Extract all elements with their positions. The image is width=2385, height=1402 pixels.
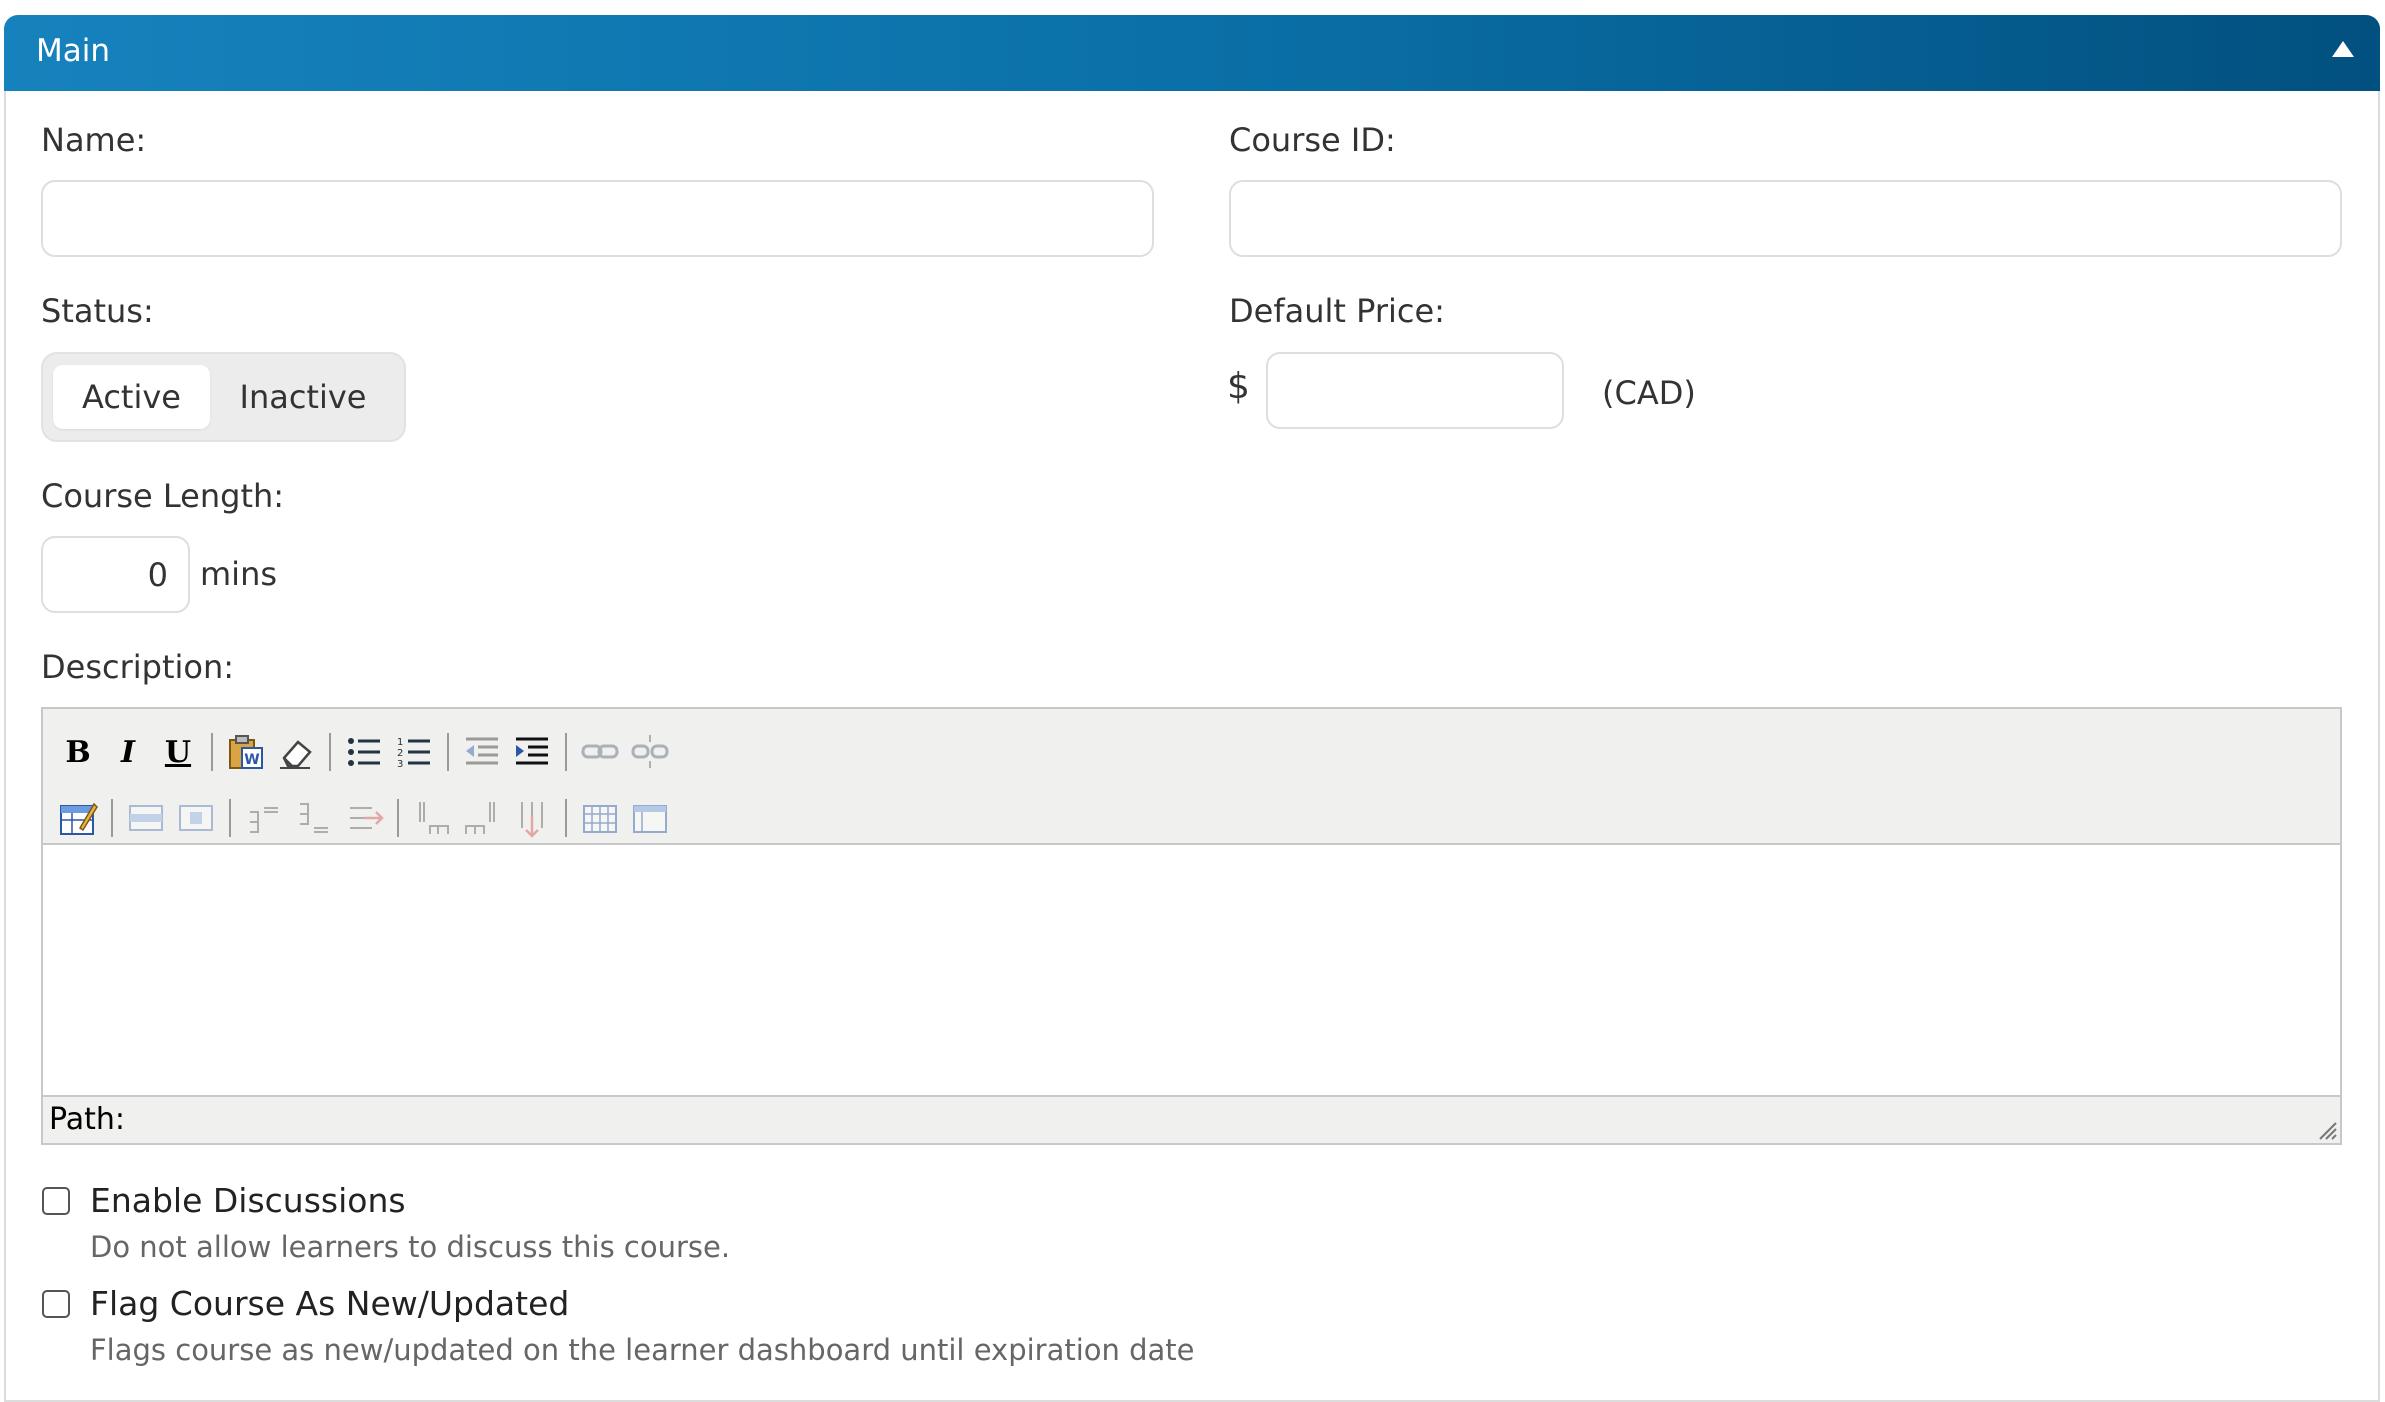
editor-toolbar: B I U W 1 2 3 — [43, 709, 2340, 845]
default-price-input[interactable] — [1266, 352, 1564, 429]
description-editor: B I U W 1 2 3 Path: — [41, 707, 2342, 1145]
split-cells-icon — [583, 805, 617, 833]
default-price-label: Default Price: — [1229, 292, 1445, 330]
cell-properties-icon — [179, 805, 213, 831]
toolbar-separator — [447, 733, 449, 771]
bullet-list-button[interactable] — [341, 729, 387, 775]
bold-button[interactable]: B — [55, 729, 101, 775]
insert-row-after-icon — [300, 803, 328, 833]
unlink-icon — [631, 735, 669, 768]
toolbar-separator — [211, 733, 213, 771]
paste-word-button[interactable]: W — [223, 729, 269, 775]
insert-column-after-icon — [465, 802, 495, 834]
flag-new-label[interactable]: Flag Course As New/Updated — [90, 1284, 569, 1323]
row-properties-button[interactable] — [123, 795, 169, 841]
link-icon — [581, 744, 619, 759]
unlink-button[interactable] — [627, 729, 673, 775]
name-input[interactable] — [41, 180, 1154, 257]
insert-column-before-icon — [419, 802, 449, 834]
toolbar-row-2 — [55, 794, 673, 842]
toolbar-separator — [565, 733, 567, 771]
enable-discussions-label[interactable]: Enable Discussions — [90, 1181, 406, 1220]
row-properties-icon — [129, 805, 163, 831]
panel-header[interactable]: Main — [4, 15, 2380, 91]
indent-button[interactable] — [509, 729, 555, 775]
course-id-label: Course ID: — [1229, 121, 1396, 159]
svg-text:W: W — [244, 752, 259, 768]
course-length-label: Course Length: — [41, 477, 285, 515]
toolbar-row-1: B I U W 1 2 3 — [55, 728, 673, 776]
eraser-icon — [280, 740, 312, 769]
description-label: Description: — [41, 648, 235, 686]
delete-row-icon — [350, 807, 384, 829]
numbered-list-button[interactable]: 1 2 3 — [391, 729, 437, 775]
description-content-area[interactable] — [43, 845, 2340, 1097]
table-edit-icon — [60, 802, 98, 835]
status-toggle: Active Inactive — [41, 352, 406, 442]
course-length-input[interactable] — [41, 536, 190, 613]
split-cells-button[interactable] — [577, 795, 623, 841]
cell-properties-button[interactable] — [173, 795, 219, 841]
delete-row-button[interactable] — [341, 795, 387, 841]
delete-column-icon — [521, 802, 543, 838]
currency-symbol: $ — [1227, 366, 1250, 407]
name-label: Name: — [41, 121, 147, 159]
flag-new-checkbox[interactable] — [42, 1290, 70, 1318]
paste-word-icon: W — [229, 735, 263, 769]
svg-text:3: 3 — [397, 759, 403, 770]
toolbar-separator — [329, 733, 331, 771]
resize-handle-icon[interactable] — [2314, 1117, 2338, 1141]
flag-new-help: Flags course as new/updated on the learn… — [90, 1333, 1195, 1367]
numbered-list-icon: 1 2 3 — [397, 737, 430, 770]
outdent-icon — [466, 737, 498, 765]
svg-text:2: 2 — [397, 748, 403, 759]
insert-row-before-button[interactable] — [241, 795, 287, 841]
underline-button[interactable]: U — [155, 729, 201, 775]
link-button[interactable] — [577, 729, 623, 775]
insert-row-before-icon — [250, 807, 278, 833]
course-length-unit: mins — [200, 555, 278, 593]
toolbar-separator — [397, 799, 399, 837]
bullet-list-icon — [348, 738, 380, 766]
course-id-input[interactable] — [1229, 180, 2342, 257]
italic-button[interactable]: I — [105, 729, 151, 775]
enable-discussions-checkbox[interactable] — [42, 1187, 70, 1215]
toolbar-separator — [565, 799, 567, 837]
insert-column-after-button[interactable] — [459, 795, 505, 841]
collapse-triangle-icon[interactable] — [2332, 41, 2354, 57]
panel-title: Main — [36, 33, 111, 69]
toolbar-separator — [111, 799, 113, 837]
status-label: Status: — [41, 292, 154, 330]
toolbar-separator — [229, 799, 231, 837]
currency-code: (CAD) — [1602, 374, 1696, 412]
merge-cells-icon — [633, 805, 667, 833]
insert-column-before-button[interactable] — [409, 795, 455, 841]
editor-statusbar: Path: — [43, 1095, 2340, 1143]
merge-cells-button[interactable] — [627, 795, 673, 841]
outdent-button[interactable] — [459, 729, 505, 775]
status-active-option[interactable]: Active — [53, 365, 210, 429]
table-button[interactable] — [55, 795, 101, 841]
insert-row-after-button[interactable] — [291, 795, 337, 841]
editor-path-label: Path: — [49, 1102, 126, 1137]
enable-discussions-help: Do not allow learners to discuss this co… — [90, 1230, 731, 1264]
svg-text:1: 1 — [397, 737, 403, 748]
clean-formatting-button[interactable] — [273, 729, 319, 775]
indent-icon — [516, 737, 548, 765]
delete-column-button[interactable] — [509, 795, 555, 841]
status-inactive-option[interactable]: Inactive — [219, 365, 387, 429]
